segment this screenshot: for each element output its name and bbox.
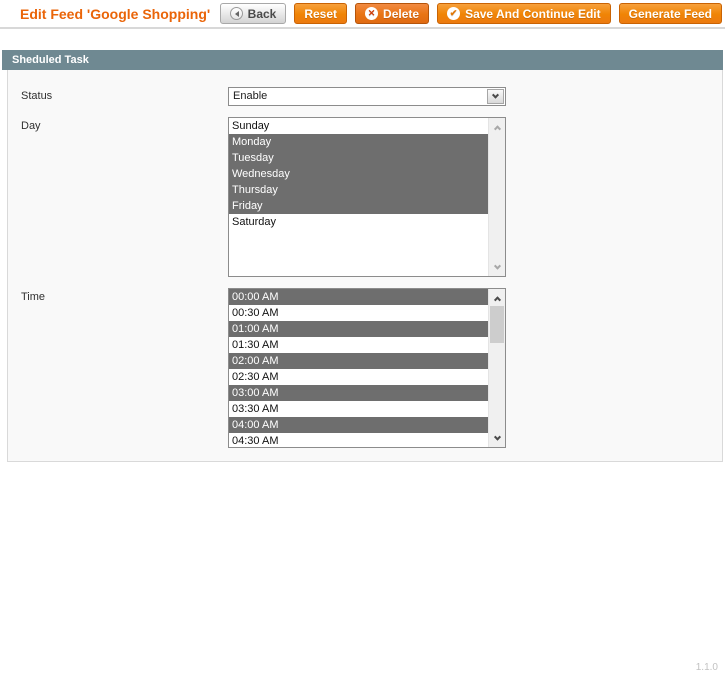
toolbar: Back Reset ✕ Delete ✔ Save And Continue … — [219, 3, 722, 24]
day-option[interactable]: Monday — [229, 134, 488, 150]
day-option[interactable]: Friday — [229, 198, 488, 214]
reset-button-label: Reset — [304, 6, 338, 21]
delete-button-label: Delete — [383, 6, 420, 21]
day-scrollbar[interactable] — [488, 118, 505, 276]
day-option[interactable]: Sunday — [229, 118, 488, 134]
generate-feed-label: Generate Feed — [628, 6, 712, 21]
day-option[interactable]: Wednesday — [229, 166, 488, 182]
time-label: Time — [21, 291, 46, 303]
status-selected-value: Enable — [233, 90, 268, 102]
time-option[interactable]: 00:00 AM — [229, 289, 488, 305]
time-scrollbar-down-button[interactable] — [489, 430, 505, 446]
time-option[interactable]: 03:30 AM — [229, 401, 488, 417]
chevron-up-icon — [493, 295, 501, 303]
chevron-down-icon — [493, 433, 501, 441]
time-option[interactable]: 04:00 AM — [229, 417, 488, 433]
time-option[interactable]: 04:30 AM — [229, 433, 488, 447]
day-scrollbar-down-button[interactable] — [489, 259, 505, 275]
check-circle-icon: ✔ — [447, 7, 461, 20]
delete-button[interactable]: ✕ Delete — [355, 3, 430, 24]
chevron-down-icon — [493, 262, 501, 270]
time-multiselect[interactable]: 00:00 AM 00:30 AM 01:00 AM 01:30 AM 02:0… — [228, 288, 506, 448]
back-arrow-icon — [229, 7, 243, 20]
edit-feed-page: Edit Feed 'Google Shopping' Back Reset ✕… — [0, 0, 725, 680]
page-title: Edit Feed 'Google Shopping' — [20, 5, 211, 22]
x-circle-icon: ✕ — [365, 7, 379, 20]
day-options: Sunday Monday Tuesday Wednesday Thursday… — [229, 118, 488, 230]
day-option[interactable]: Thursday — [229, 182, 488, 198]
time-option[interactable]: 01:30 AM — [229, 337, 488, 353]
page-header: Edit Feed 'Google Shopping' Back Reset ✕… — [0, 0, 725, 29]
back-button-label: Back — [247, 6, 277, 21]
status-select-arrow-button[interactable] — [487, 89, 504, 104]
time-scrollbar[interactable] — [488, 289, 505, 447]
time-row: Time 00:00 AM 00:30 AM 01:00 AM 01:30 AM… — [21, 288, 722, 448]
status-row: Status Enable — [21, 87, 722, 106]
day-label: Day — [21, 120, 41, 132]
day-scrollbar-up-button[interactable] — [489, 119, 505, 135]
save-and-continue-button[interactable]: ✔ Save And Continue Edit — [437, 3, 611, 24]
chevron-up-icon — [493, 124, 501, 132]
save-and-continue-label: Save And Continue Edit — [465, 6, 601, 21]
version-label: 1.1.0 — [695, 662, 718, 673]
status-label: Status — [21, 90, 53, 102]
chevron-down-icon — [491, 91, 500, 99]
generate-feed-button[interactable]: Generate Feed — [618, 3, 722, 24]
time-options: 00:00 AM 00:30 AM 01:00 AM 01:30 AM 02:0… — [229, 289, 488, 447]
scheduled-task-panel: Status Enable Day Sunday Monday Tuesday … — [7, 70, 723, 462]
time-option[interactable]: 02:00 AM — [229, 353, 488, 369]
time-option[interactable]: 01:00 AM — [229, 321, 488, 337]
status-select[interactable]: Enable — [228, 87, 506, 106]
day-multiselect[interactable]: Sunday Monday Tuesday Wednesday Thursday… — [228, 117, 506, 277]
time-scrollbar-thumb[interactable] — [490, 306, 504, 343]
day-option[interactable]: Saturday — [229, 214, 488, 230]
reset-button[interactable]: Reset — [294, 3, 348, 24]
day-option[interactable]: Tuesday — [229, 150, 488, 166]
time-option[interactable]: 00:30 AM — [229, 305, 488, 321]
day-row: Day Sunday Monday Tuesday Wednesday Thur… — [21, 117, 722, 277]
time-scrollbar-up-button[interactable] — [489, 290, 505, 306]
back-button[interactable]: Back — [219, 3, 287, 24]
time-option[interactable]: 02:30 AM — [229, 369, 488, 385]
section-header: Sheduled Task — [2, 50, 723, 70]
time-option[interactable]: 03:00 AM — [229, 385, 488, 401]
